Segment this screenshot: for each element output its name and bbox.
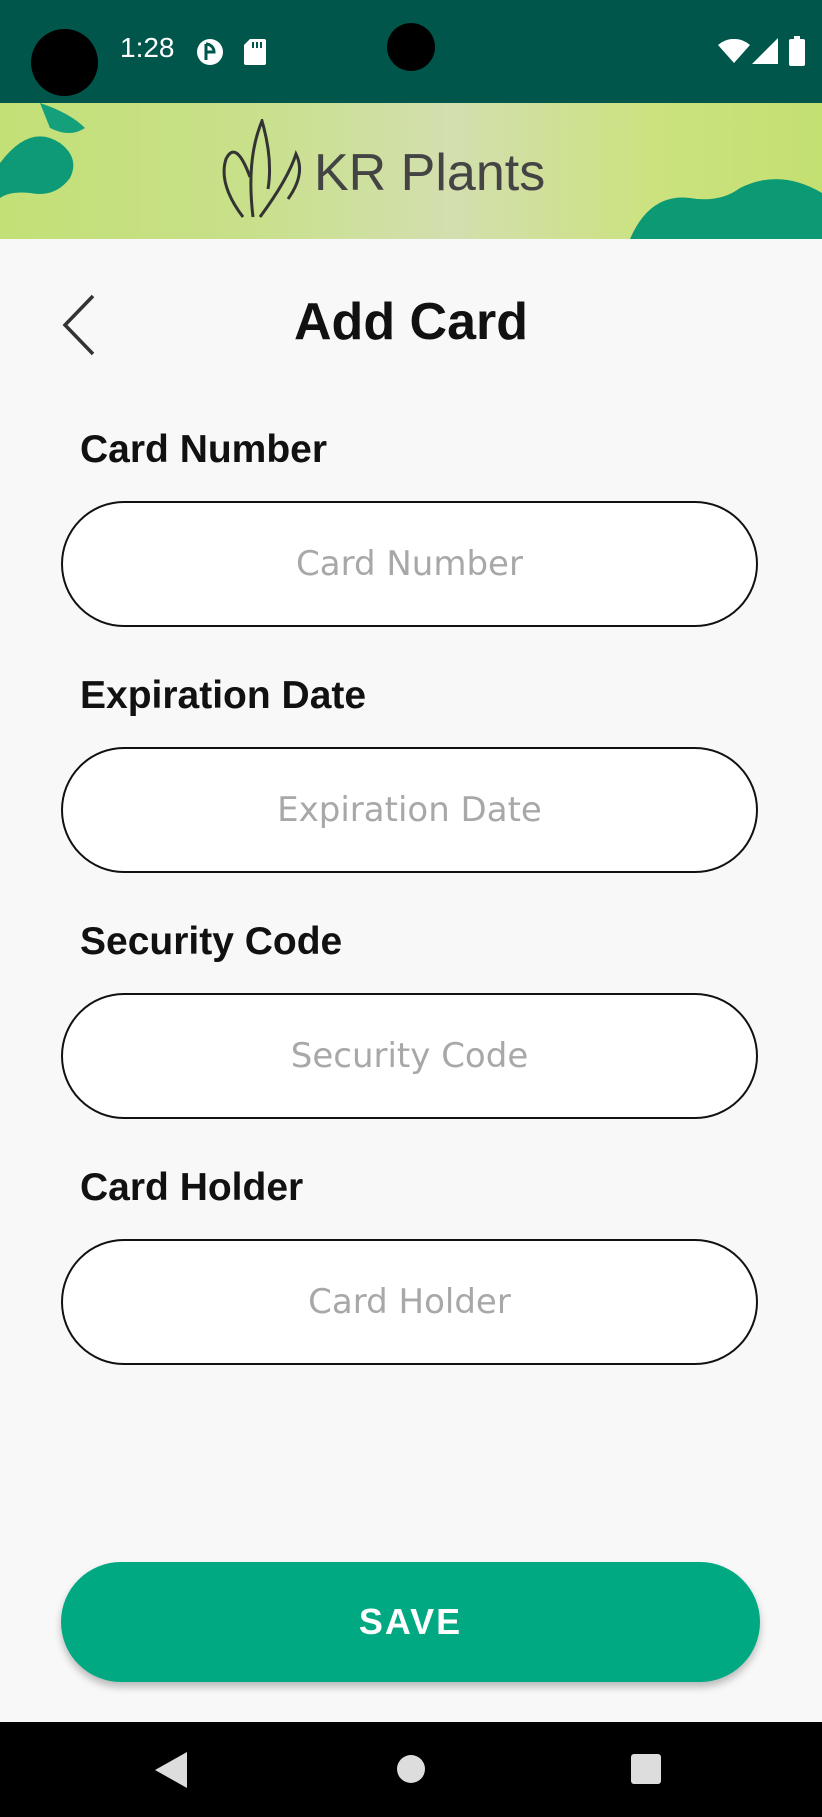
card-number-input[interactable] [95, 543, 724, 585]
brand-logo-icon [222, 119, 302, 218]
card-number-label: Card Number [80, 428, 328, 471]
nav-back-icon[interactable] [155, 1752, 187, 1788]
leaf-decoration-right [630, 179, 822, 239]
status-time: 1:28 [120, 32, 175, 63]
camera-cutout-center [387, 23, 435, 71]
save-button[interactable]: SAVE [61, 1562, 760, 1682]
sd-card-icon [244, 39, 266, 65]
expiration-date-label: Expiration Date [80, 674, 367, 717]
card-holder-field-container [61, 1239, 758, 1365]
security-code-label: Security Code [80, 920, 343, 963]
nav-recents-icon[interactable] [631, 1754, 661, 1784]
card-holder-label: Card Holder [80, 1166, 304, 1209]
card-holder-input[interactable] [95, 1281, 724, 1323]
wifi-icon [718, 39, 750, 63]
card-number-field-container [61, 501, 758, 627]
expiration-date-field-container [61, 747, 758, 873]
signal-icon [752, 38, 778, 64]
camera-cutout-left [31, 29, 98, 96]
app-notification-icon [197, 39, 223, 65]
nav-home-icon[interactable] [396, 1754, 426, 1784]
security-code-field-container [61, 993, 758, 1119]
page-title: Add Card [294, 293, 528, 351]
battery-icon [789, 36, 805, 66]
status-bar: 1:28 [0, 0, 822, 103]
brand-name: KR Plants [314, 144, 546, 202]
system-navigation-bar [0, 1722, 822, 1817]
expiration-date-input[interactable] [95, 789, 724, 831]
security-code-input[interactable] [95, 1035, 724, 1077]
leaf-decoration-left [0, 103, 85, 198]
